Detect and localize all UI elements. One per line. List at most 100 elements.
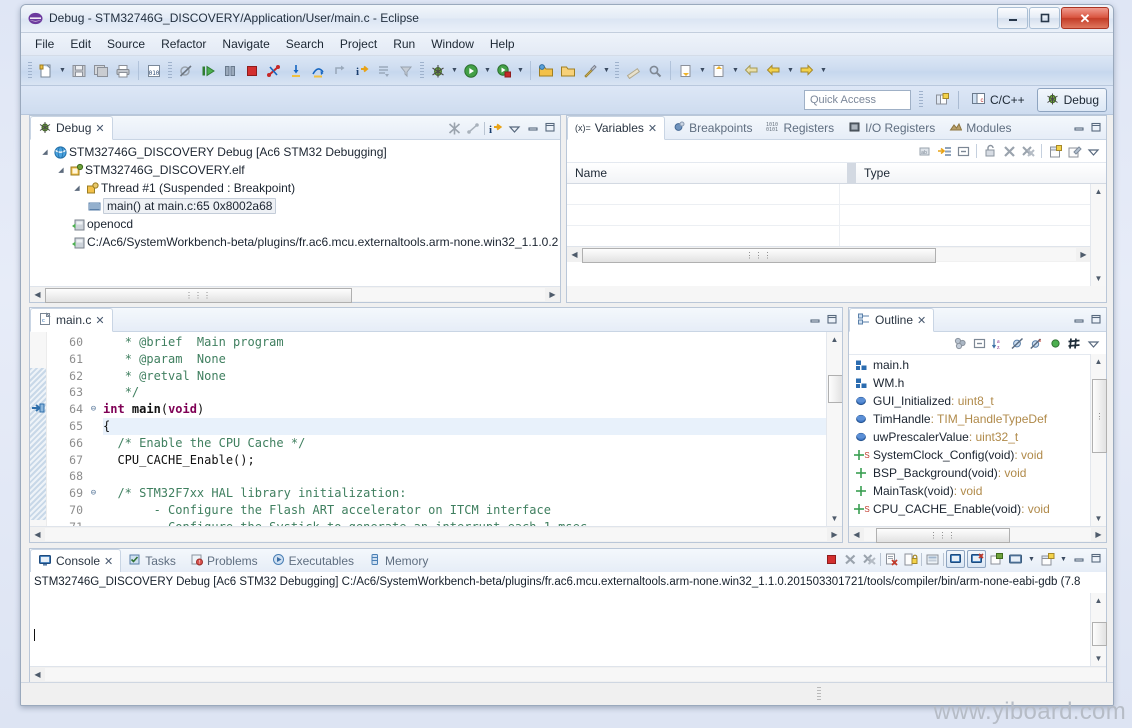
hscroll-thumb[interactable]: ⋮⋮⋮ xyxy=(876,528,1010,543)
menu-source[interactable]: Source xyxy=(99,35,153,53)
debug-dropdown-arrow[interactable]: ▼ xyxy=(449,61,460,81)
menu-help[interactable]: Help xyxy=(482,35,523,53)
code-line[interactable]: * @brief Main program xyxy=(103,334,827,351)
tab-io-registers[interactable]: I/O Registers xyxy=(841,117,942,139)
view-menu-icon[interactable] xyxy=(1084,334,1102,352)
tree-row-thread[interactable]: ◢ Thread #1 (Suspended : Breakpoint) xyxy=(30,179,560,197)
collapse-all-icon[interactable] xyxy=(970,334,988,352)
save-all-icon[interactable] xyxy=(91,61,111,81)
tab-memory[interactable]: Memory xyxy=(361,550,435,572)
skip-breakpoints-icon[interactable] xyxy=(176,61,196,81)
hscroll-track[interactable]: ⋮⋮⋮ xyxy=(582,248,1076,263)
outline-item[interactable]: GUI_Initialized : uint8_t xyxy=(849,392,1091,410)
pin-console-icon[interactable] xyxy=(946,550,965,568)
maximize-icon[interactable] xyxy=(542,121,557,136)
display-console-icon[interactable] xyxy=(1007,551,1024,567)
scroll-down-arrow[interactable]: ▼ xyxy=(1095,511,1103,526)
show-console-on-output-icon[interactable] xyxy=(924,551,941,567)
maximize-icon[interactable] xyxy=(1088,121,1103,136)
close-icon[interactable]: ✕ xyxy=(95,122,104,135)
previous-annotation-dropdown-arrow[interactable]: ▼ xyxy=(730,61,741,81)
outline-vscrollbar[interactable]: ▲ ⋮ ▼ xyxy=(1090,354,1107,526)
scroll-down-arrow[interactable]: ▼ xyxy=(1095,271,1103,286)
minimize-button[interactable] xyxy=(997,7,1028,29)
tab-executables[interactable]: Executables xyxy=(265,550,361,572)
code-line[interactable]: int main(void) xyxy=(103,401,827,418)
outline-item[interactable]: S CPU_CACHE_Enable(void) : void xyxy=(849,500,1091,518)
forward-nav-icon[interactable] xyxy=(797,61,817,81)
console-vscrollbar[interactable]: ▲ ▼ xyxy=(1090,593,1107,666)
sort-alpha-icon[interactable]: az xyxy=(989,334,1007,352)
collapse-all-icon[interactable] xyxy=(954,142,972,160)
remove-all-launches-icon[interactable] xyxy=(861,551,878,567)
step-return-icon[interactable] xyxy=(330,61,350,81)
tree-row-stackframe[interactable]: main() at main.c:65 0x8002a68 xyxy=(30,197,560,215)
tab-variables[interactable]: (x)= Variables ✕ xyxy=(567,116,666,140)
tab-registers[interactable]: 1010 0101 Registers xyxy=(759,117,841,139)
hide-macros-icon[interactable] xyxy=(1065,334,1083,352)
instruction-stepping-icon[interactable]: i xyxy=(352,61,372,81)
outline-tree[interactable]: main.h WM.h GUI_Initialized : uint8_t TimHa… xyxy=(849,354,1091,526)
editor-marker-ruler[interactable] xyxy=(30,332,47,526)
use-step-filters-icon[interactable] xyxy=(396,61,416,81)
outline-item[interactable]: BSP_Background(void) : void xyxy=(849,464,1091,482)
code-line[interactable]: /* Enable the CPU Cache */ xyxy=(103,435,827,452)
drop-to-frame-icon[interactable] xyxy=(374,61,394,81)
scroll-down-arrow[interactable]: ▼ xyxy=(1095,651,1103,666)
open-perspective-icon[interactable] xyxy=(932,90,952,110)
history-dropdown-arrow[interactable]: ▼ xyxy=(785,61,796,81)
menu-search[interactable]: Search xyxy=(278,35,332,53)
editor-vscrollbar[interactable]: ▲ ▼ xyxy=(826,332,842,526)
tree-row-target[interactable]: ◢ STM32746G_DISCOVERY.elf xyxy=(30,161,560,179)
tab-breakpoints[interactable]: Breakpoints xyxy=(665,117,759,139)
quick-access-input[interactable]: Quick Access xyxy=(803,90,911,110)
console-hscrollbar[interactable]: ◀ xyxy=(30,666,1106,682)
scroll-up-arrow[interactable]: ▲ xyxy=(1095,184,1103,199)
hscroll-track[interactable]: ⋮⋮⋮ xyxy=(864,528,1091,543)
toolbar-gripper[interactable] xyxy=(28,61,32,80)
console-output[interactable]: Temporary breakpoint 1, main () at C:/ST… xyxy=(30,593,1091,666)
vscroll-track[interactable] xyxy=(1092,608,1107,651)
sort-group-icon[interactable] xyxy=(951,334,969,352)
hscroll-thumb[interactable]: ⋮⋮⋮ xyxy=(45,288,352,303)
maximize-icon[interactable] xyxy=(824,313,839,328)
table-row[interactable] xyxy=(567,184,1106,205)
remove-all-icon[interactable] xyxy=(1019,142,1037,160)
vscroll-track[interactable]: ⋮ xyxy=(1092,369,1107,511)
scroll-right-arrow[interactable]: ▶ xyxy=(1091,530,1106,539)
vscroll-track[interactable] xyxy=(828,347,842,511)
toolbar-gripper-search[interactable] xyxy=(615,61,619,80)
external-tools-dropdown-arrow[interactable]: ▼ xyxy=(515,61,526,81)
previous-annotation-icon[interactable] xyxy=(709,61,729,81)
terminate-icon[interactable] xyxy=(242,61,262,81)
variables-view-vscrollbar[interactable]: ▲ ▼ xyxy=(1090,184,1106,286)
suspend-icon[interactable] xyxy=(220,61,240,81)
build-dropdown-arrow[interactable]: ▼ xyxy=(601,61,612,81)
view-menu-icon[interactable] xyxy=(506,120,523,136)
code-line[interactable] xyxy=(103,468,827,485)
vscroll-thumb[interactable] xyxy=(828,375,842,403)
tab-tasks[interactable]: Tasks xyxy=(121,550,183,572)
outline-item[interactable]: MainTask(void) : void xyxy=(849,482,1091,500)
edit-expression-icon[interactable] xyxy=(1065,142,1083,160)
remove-icon[interactable] xyxy=(1000,142,1018,160)
show-type-names-icon[interactable]: ab xyxy=(916,142,934,160)
toolbar-gripper-run[interactable] xyxy=(420,61,424,80)
menu-project[interactable]: Project xyxy=(332,35,385,53)
back-icon[interactable] xyxy=(742,61,762,81)
minimize-icon[interactable] xyxy=(525,121,540,136)
code-line[interactable]: - Configure the Systick to generate an i… xyxy=(103,519,827,526)
scroll-up-arrow[interactable]: ▲ xyxy=(1095,593,1103,608)
code-line[interactable]: */ xyxy=(103,384,827,401)
scroll-left-arrow[interactable]: ◀ xyxy=(30,530,45,539)
tab-problems[interactable]: ! Problems xyxy=(183,550,265,572)
display-console-dropdown-arrow[interactable]: ▼ xyxy=(1026,549,1037,569)
remove-launch-icon[interactable] xyxy=(842,551,859,567)
step-into-icon[interactable] xyxy=(286,61,306,81)
editor-folding-ruler[interactable]: ⊖ ⊖ xyxy=(88,332,99,526)
instruction-stepping-icon[interactable]: i xyxy=(487,120,504,136)
view-menu-icon[interactable] xyxy=(1084,142,1102,160)
new-file-dropdown-arrow[interactable]: ▼ xyxy=(57,61,68,81)
outline-item[interactable]: uwPrescalerValue : uint32_t xyxy=(849,428,1091,446)
variables-table-hscrollbar[interactable]: ◀ ⋮⋮⋮ ▶ xyxy=(567,246,1091,263)
